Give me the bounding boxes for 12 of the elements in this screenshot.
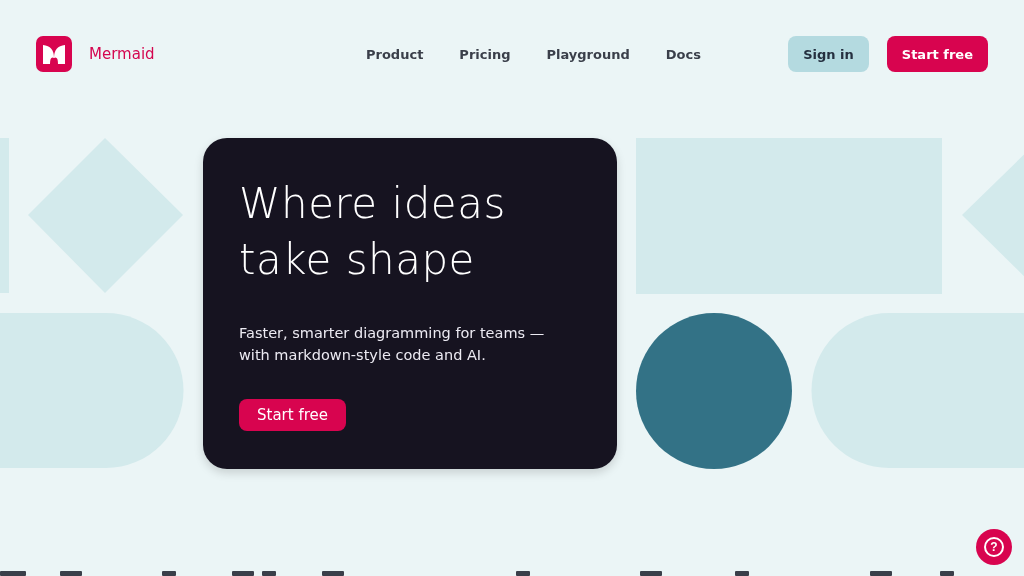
hero-subtitle: Faster, smarter diagramming for teams — with markdown-style code and AI. [239,324,546,365]
hero-title: Where ideas take shape [239,178,506,286]
nav-link[interactable]: Product [366,46,424,62]
start-free-button[interactable]: Start free [886,36,988,72]
brand-name[interactable]: Mermaid [89,45,155,63]
nav-link[interactable]: Playground [546,46,630,62]
mermaid-logo-icon [36,36,72,72]
nav-link[interactable]: Pricing [459,46,511,62]
start-free-button[interactable]: Start free [239,399,346,431]
help-button[interactable]: ? [976,529,1012,565]
sign-in-button[interactable]: Sign in [788,36,869,72]
nav-link[interactable]: Docs [665,46,701,62]
